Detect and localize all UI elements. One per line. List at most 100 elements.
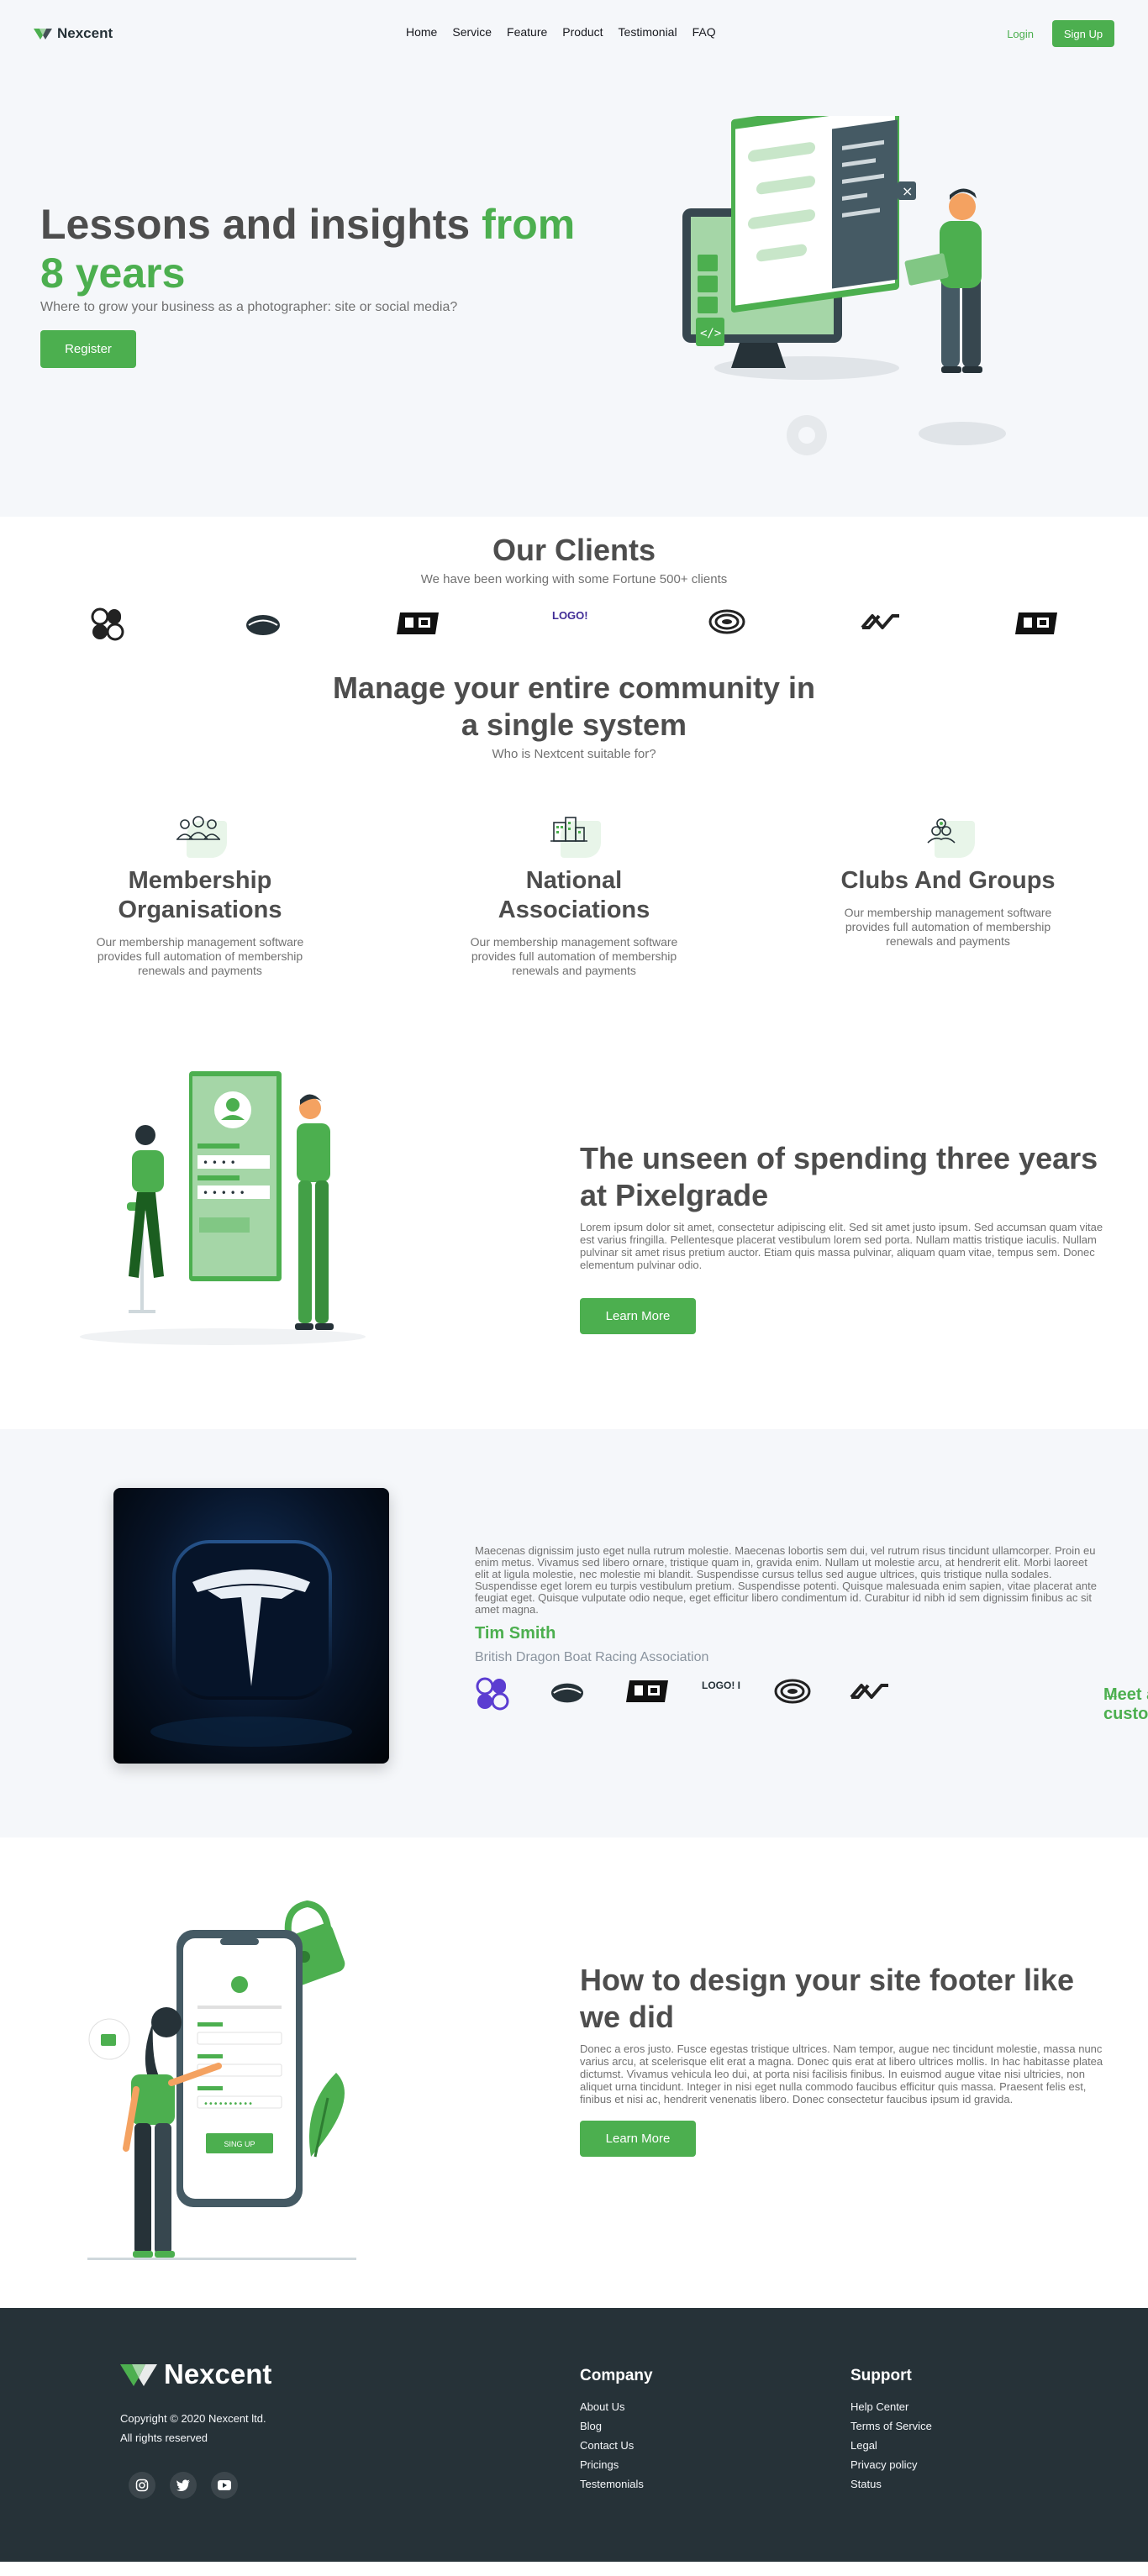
nav-testimonial[interactable]: Testimonial: [619, 25, 677, 39]
buildings-icon: [547, 811, 601, 858]
twitter-icon[interactable]: [170, 2472, 197, 2499]
community-subtitle: Who is Nextcent suitable for?: [492, 747, 656, 761]
client-logo-4-text: LOGO! IPSUM: [552, 609, 591, 622]
footer-link-legal[interactable]: Legal: [850, 2436, 932, 2455]
people-icon: [173, 811, 227, 858]
phone-signup-button-text: SING UP: [224, 2140, 255, 2148]
svg-text:• • • • •: • • • • •: [203, 1187, 245, 1199]
feature1-title: The unseen of spending three years at Pi…: [580, 1141, 1098, 1212]
client-logo-4: LOGO! IPSUM: [550, 607, 625, 640]
nav-service[interactable]: Service: [452, 25, 492, 39]
footer-link-privacy[interactable]: Privacy policy: [850, 2455, 932, 2474]
tesla-logo-icon: [150, 1540, 352, 1747]
community-title: Manage your entire community in a single…: [332, 670, 816, 742]
testimonial-section: Maecenas dignissim justo eget nulla rutr…: [0, 1429, 1148, 1837]
hero-title: Lessons and insights from 8 years: [40, 200, 595, 297]
signup-button[interactable]: Sign Up: [1052, 20, 1114, 47]
feature2-body: Donec a eros justo. Fusce egestas tristi…: [580, 2042, 1103, 2105]
tesla-image: [113, 1488, 389, 1764]
footer-link-about[interactable]: About Us: [580, 2397, 653, 2416]
testimonial-logos: LOGO! IPSUM Meet all customers →: [475, 1674, 1148, 1723]
hero-section: Nexcent Home Service Feature Product Tes…: [0, 0, 1148, 517]
social-links: [129, 2472, 238, 2499]
clients-title: Our Clients: [492, 533, 656, 567]
brand-logo[interactable]: Nexcent: [34, 25, 113, 42]
hero-title-main: Lessons and insights: [40, 201, 471, 248]
card-title: Clubs And Groups: [840, 867, 1056, 894]
svg-text:••••••••••: ••••••••••: [203, 2100, 253, 2109]
footer-brand-name: Nexcent: [164, 2358, 272, 2389]
testimonial-org: British Dragon Boat Racing Association: [475, 1650, 709, 1664]
arrow-right-icon: →: [1103, 1685, 1120, 1704]
card-text: Our membership management software provi…: [844, 906, 1052, 948]
footer-link-status[interactable]: Status: [850, 2474, 932, 2494]
community-card-membership: Membership Organisations Our membership …: [74, 811, 326, 978]
nav-home[interactable]: Home: [406, 25, 437, 39]
login-link[interactable]: Login: [1007, 28, 1034, 40]
svg-text:• • • •: • • • •: [203, 1157, 236, 1169]
youtube-icon[interactable]: [211, 2472, 238, 2499]
testimonial-logo-3-icon: [624, 1679, 670, 1708]
card-text: Our membership management software provi…: [470, 935, 678, 977]
hero-title-highlight-2: 8 years: [40, 250, 186, 297]
feature2-learn-more-button[interactable]: Learn More: [580, 2121, 696, 2157]
card-text: Our membership management software provi…: [96, 935, 304, 977]
feature1-learn-more-button[interactable]: Learn More: [580, 1298, 696, 1334]
footer-link-help[interactable]: Help Center: [850, 2397, 932, 2416]
svg-text:×: ×: [902, 183, 913, 199]
nav-product[interactable]: Product: [562, 25, 603, 39]
testimonial-logo-1-icon: [475, 1677, 510, 1715]
clients-section: Our Clients We have been working with so…: [0, 517, 1148, 660]
footer-copyright: Copyright © 2020 Nexcent ltd.: [120, 2412, 266, 2425]
footer-link-terms[interactable]: Terms of Service: [850, 2416, 932, 2436]
client-logo-5-icon: [708, 609, 745, 639]
footer-support-title: Support: [850, 2367, 912, 2384]
register-button[interactable]: Register: [40, 330, 136, 368]
navbar: Nexcent Home Service Feature Product Tes…: [0, 0, 1148, 67]
hero-illustration: </> ×: [682, 116, 1006, 455]
testimonial-name: Tim Smith: [475, 1624, 556, 1643]
nav-faq[interactable]: FAQ: [692, 25, 716, 39]
hero-title-highlight: from: [482, 201, 576, 248]
clients-subtitle: We have been working with some Fortune 5…: [420, 572, 728, 586]
footer-brand[interactable]: Nexcent: [120, 2358, 271, 2390]
footer-rights: All rights reserved: [120, 2431, 208, 2444]
client-logo-3-icon: [395, 611, 440, 640]
feature-section-pixelgrade: • • • • • • • • • The unseen of spending…: [0, 1066, 1148, 1429]
nav-links: Home Service Feature Product Testimonial…: [406, 25, 716, 39]
testimonial-logo-2-icon: [550, 1682, 584, 1708]
testimonial-logo-5-icon: [774, 1679, 811, 1708]
footer-link-testimonials[interactable]: Testemonials: [580, 2474, 653, 2494]
testimonial-logo-4: LOGO! IPSUM: [700, 1677, 770, 1710]
testimonial-logo-4-text: LOGO! IPSUM: [702, 1680, 740, 1691]
login-illustration: • • • • • • • • •: [80, 1071, 366, 1345]
community-card-clubs: Clubs And Groups Our membership manageme…: [822, 811, 1074, 949]
svg-text:</>: </>: [700, 327, 721, 340]
community-card-national: National Associations Our membership man…: [448, 811, 700, 978]
footer-link-blog[interactable]: Blog: [580, 2416, 653, 2436]
hero-subtitle: Where to grow your business as a photogr…: [40, 300, 458, 314]
footer-company-title: Company: [580, 2367, 653, 2384]
client-logo-6-icon: [859, 612, 903, 635]
feature-section-footer-design: •••••••••• SING UP How to design your si…: [0, 1837, 1148, 2308]
card-title: Membership Organisations: [118, 867, 282, 923]
instagram-icon[interactable]: [129, 2472, 155, 2499]
footer-company-column: Company About Us Blog Contact Us Pricing…: [580, 2367, 653, 2494]
testimonial-logo-6-icon: [848, 1682, 892, 1705]
brand-name: Nexcent: [57, 25, 113, 41]
testimonial-quote: Maecenas dignissim justo eget nulla rutr…: [475, 1544, 1097, 1616]
client-logo-2-icon: [245, 614, 281, 640]
nexcent-logo-icon: [120, 2364, 157, 2386]
client-logo-7-icon: [1014, 611, 1059, 640]
client-logo-1-icon: [91, 607, 124, 645]
nexcent-logo-icon: [34, 29, 52, 39]
hand-icon: [921, 811, 975, 858]
footer: Nexcent Copyright © 2020 Nexcent ltd. Al…: [0, 2308, 1148, 2562]
feature2-title: How to design your site footer like we d…: [580, 1963, 1075, 2034]
nav-feature[interactable]: Feature: [507, 25, 547, 39]
feature1-body: Lorem ipsum dolor sit amet, consectetur …: [580, 1221, 1103, 1271]
footer-link-contact[interactable]: Contact Us: [580, 2436, 653, 2455]
card-title: National Associations: [498, 867, 650, 923]
footer-link-pricings[interactable]: Pricings: [580, 2455, 653, 2474]
community-section: Manage your entire community in a single…: [0, 660, 1148, 1066]
